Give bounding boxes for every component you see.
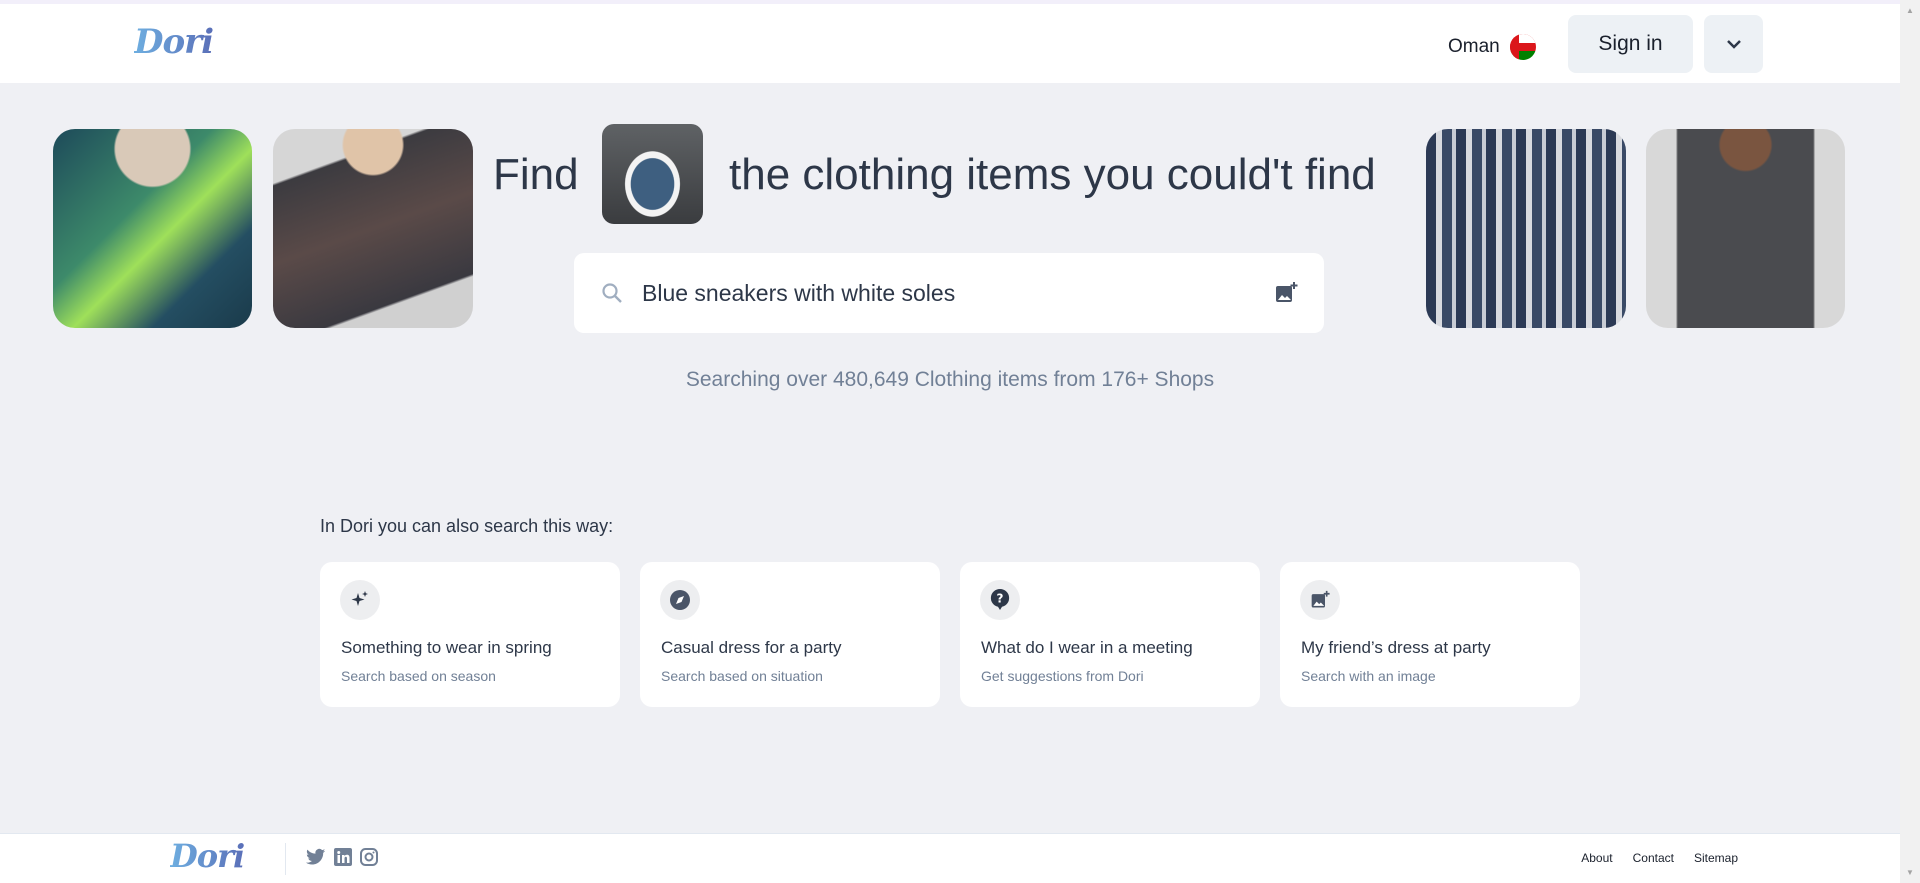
menu-dropdown-button[interactable]	[1704, 15, 1763, 73]
twitter-icon[interactable]	[306, 848, 326, 866]
about-link[interactable]: About	[1581, 851, 1612, 865]
card-subtitle: Get suggestions from Dori	[981, 668, 1144, 684]
add-image-icon	[1300, 580, 1340, 620]
suggestion-card-spring[interactable]: Something to wear in spring Search based…	[320, 562, 620, 707]
add-image-icon[interactable]	[1274, 281, 1298, 305]
footer-logo[interactable]: Dori	[170, 837, 245, 875]
hero-find: Find	[493, 150, 579, 199]
contact-link[interactable]: Contact	[1633, 851, 1674, 865]
suggestion-card-meeting[interactable]: ? What do I wear in a meeting Get sugges…	[960, 562, 1260, 707]
sitemap-link[interactable]: Sitemap	[1694, 851, 1738, 865]
product-image-shirt	[273, 129, 473, 328]
sign-in-button[interactable]: Sign in	[1568, 15, 1693, 73]
svg-text:?: ?	[997, 592, 1004, 606]
question-bubble-icon: ?	[980, 580, 1020, 620]
oman-flag-icon	[1509, 34, 1536, 60]
divider	[285, 843, 286, 875]
search-bar	[574, 253, 1324, 333]
scrollbar[interactable]: ▲ ▼	[1900, 0, 1920, 883]
scroll-up-icon[interactable]: ▲	[1906, 6, 1914, 15]
logo[interactable]: Dori	[134, 22, 214, 62]
suggestion-card-image[interactable]: My friend’s dress at party Search with a…	[1280, 562, 1580, 707]
suggestions-heading: In Dori you can also search this way:	[320, 516, 614, 536]
linkedin-icon[interactable]	[334, 848, 352, 866]
sneaker-image	[602, 124, 703, 224]
hero-headline: the clothing items you could't find	[729, 150, 1376, 199]
sparkles-icon	[340, 580, 380, 620]
card-title: Casual dress for a party	[661, 638, 842, 657]
chevron-down-icon	[1726, 40, 1741, 49]
product-image-plaid-pants	[1426, 129, 1626, 328]
header: Dori Oman Sign in	[0, 4, 1900, 83]
suggestion-card-party[interactable]: Casual dress for a party Search based on…	[640, 562, 940, 707]
country-selector[interactable]: Oman	[1448, 34, 1536, 60]
card-subtitle: Search based on situation	[661, 668, 823, 684]
product-image-jacket	[53, 129, 252, 328]
card-subtitle: Search with an image	[1301, 668, 1436, 684]
card-title: What do I wear in a meeting	[981, 638, 1193, 657]
search-icon	[602, 283, 622, 303]
card-subtitle: Search based on season	[341, 668, 496, 684]
social-links	[306, 848, 378, 866]
footer-links: About Contact Sitemap	[1581, 851, 1738, 865]
product-image-grey-shirt	[1646, 129, 1845, 328]
search-stats: Searching over 480,649 Clothing items fr…	[685, 368, 1215, 391]
scroll-down-icon[interactable]: ▼	[1906, 868, 1914, 877]
compass-icon	[660, 580, 700, 620]
card-title: Something to wear in spring	[341, 638, 552, 657]
instagram-icon[interactable]	[360, 848, 378, 866]
card-title: My friend’s dress at party	[1301, 638, 1491, 657]
country-name: Oman	[1448, 36, 1500, 57]
search-input[interactable]	[642, 279, 1274, 307]
footer: Dori About Contact Sitemap	[0, 833, 1900, 883]
